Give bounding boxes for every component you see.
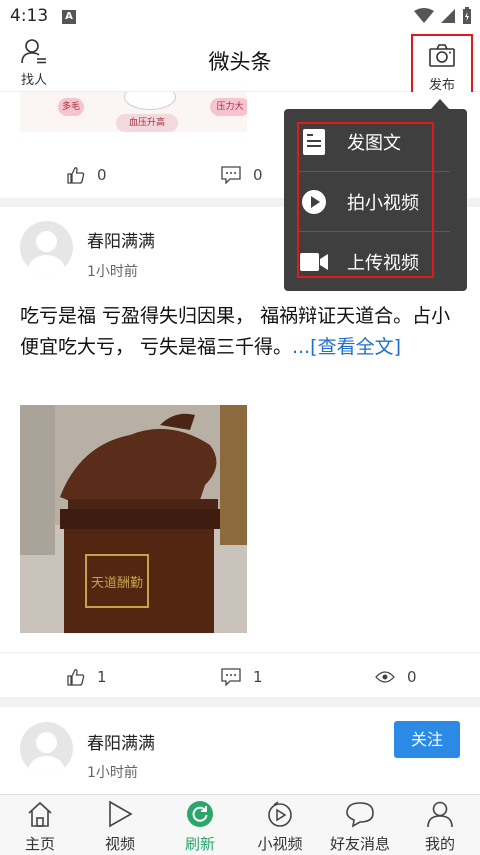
- top-header: 找人 微头条 发布: [0, 32, 480, 97]
- eye-icon: [375, 671, 395, 683]
- small-video-icon: [268, 801, 292, 827]
- post-text[interactable]: 吃亏是福 亏盈得失归因果， 福祸辩证天道合。占小便宜吃大亏， 亏失是福三千得。.…: [20, 301, 462, 363]
- refresh-icon: [187, 801, 213, 827]
- read-more-link[interactable]: ...[查看全文]: [292, 336, 401, 358]
- comment-action[interactable]: 0: [221, 155, 263, 195]
- status-time: 4:13: [10, 6, 49, 26]
- plaque-text: 天道酬勤: [91, 576, 143, 591]
- chat-bubble-icon: [346, 802, 374, 828]
- post-time: 1小时前: [87, 765, 138, 781]
- nav-friend-messages[interactable]: 好友消息: [320, 795, 400, 855]
- status-indicators: [414, 7, 472, 25]
- nav-video[interactable]: 视频: [80, 795, 160, 855]
- nav-label: 好友消息: [329, 835, 390, 853]
- nav-label: 视频: [104, 835, 135, 853]
- divider: [0, 652, 480, 653]
- menu-item-short-video[interactable]: 拍小视频: [298, 172, 450, 231]
- author-name[interactable]: 春阳满满: [87, 227, 155, 252]
- nav-label: 我的: [424, 835, 455, 853]
- nav-mine[interactable]: 我的: [400, 795, 480, 855]
- nav-refresh[interactable]: 刷新: [160, 795, 240, 855]
- comment-icon: [221, 166, 241, 184]
- author-name[interactable]: 春阳满满: [87, 729, 155, 754]
- home-icon: [28, 801, 52, 827]
- image-tag: 压力大: [210, 98, 247, 116]
- menu-item-label: 拍小视频: [347, 192, 419, 214]
- like-count: 0: [97, 166, 107, 184]
- menu-item-label: 上传视频: [347, 252, 419, 274]
- comment-count: 1: [253, 668, 263, 686]
- image-circle: [124, 92, 176, 110]
- app-notification-icon: A: [62, 10, 76, 24]
- like-action[interactable]: 1: [67, 657, 107, 697]
- view-count: 0: [407, 668, 417, 686]
- signal-icon: [441, 9, 455, 23]
- play-icon: [109, 800, 133, 828]
- image-tag: 血压升高: [116, 114, 178, 132]
- avatar[interactable]: [20, 221, 73, 274]
- publish-button[interactable]: 发布: [411, 34, 473, 97]
- thumbs-up-icon: [67, 669, 85, 686]
- user-icon: [427, 801, 453, 828]
- status-bar: 4:13 A: [0, 0, 480, 32]
- image-tag: 多毛: [58, 98, 84, 116]
- comment-count: 0: [253, 166, 263, 184]
- video-camera-icon: [300, 248, 328, 276]
- page-title: 微头条: [208, 50, 272, 74]
- image-text-icon: [300, 128, 328, 156]
- thumbs-up-icon: [67, 167, 85, 184]
- comment-action[interactable]: 1: [221, 657, 263, 697]
- wifi-icon: [414, 8, 434, 23]
- feed-card[interactable]: 春阳满满 1小时前 关注: [0, 707, 480, 794]
- follow-button[interactable]: 关注: [394, 721, 460, 758]
- post-image[interactable]: 多毛 血压升高 压力大: [20, 92, 247, 132]
- bottom-nav: 主页 视频 刷新 小视频 好友消息 我的: [0, 794, 480, 855]
- avatar[interactable]: [20, 722, 73, 775]
- nav-small-video[interactable]: 小视频: [240, 795, 320, 855]
- menu-item-upload-video[interactable]: 上传视频: [298, 232, 450, 291]
- menu-item-label: 发图文: [347, 132, 401, 154]
- post-time: 1小时前: [87, 264, 138, 280]
- like-action[interactable]: 0: [67, 155, 107, 195]
- menu-item-image-text[interactable]: 发图文: [298, 112, 450, 171]
- view-stat: 0: [375, 657, 417, 697]
- publish-label: 发布: [428, 78, 455, 93]
- card-actions: 1 1 0: [0, 657, 480, 697]
- like-count: 1: [97, 668, 107, 686]
- nav-label: 小视频: [257, 835, 303, 853]
- nav-home[interactable]: 主页: [0, 795, 80, 855]
- short-video-icon: [300, 188, 328, 216]
- battery-icon: [463, 7, 471, 24]
- nav-label: 刷新: [184, 835, 215, 853]
- bull-statue-image: 天道酬勤: [20, 405, 247, 633]
- nav-label: 主页: [24, 835, 55, 853]
- comment-icon: [221, 668, 241, 686]
- post-image[interactable]: 天道酬勤: [20, 405, 247, 633]
- camera-icon: [429, 44, 455, 67]
